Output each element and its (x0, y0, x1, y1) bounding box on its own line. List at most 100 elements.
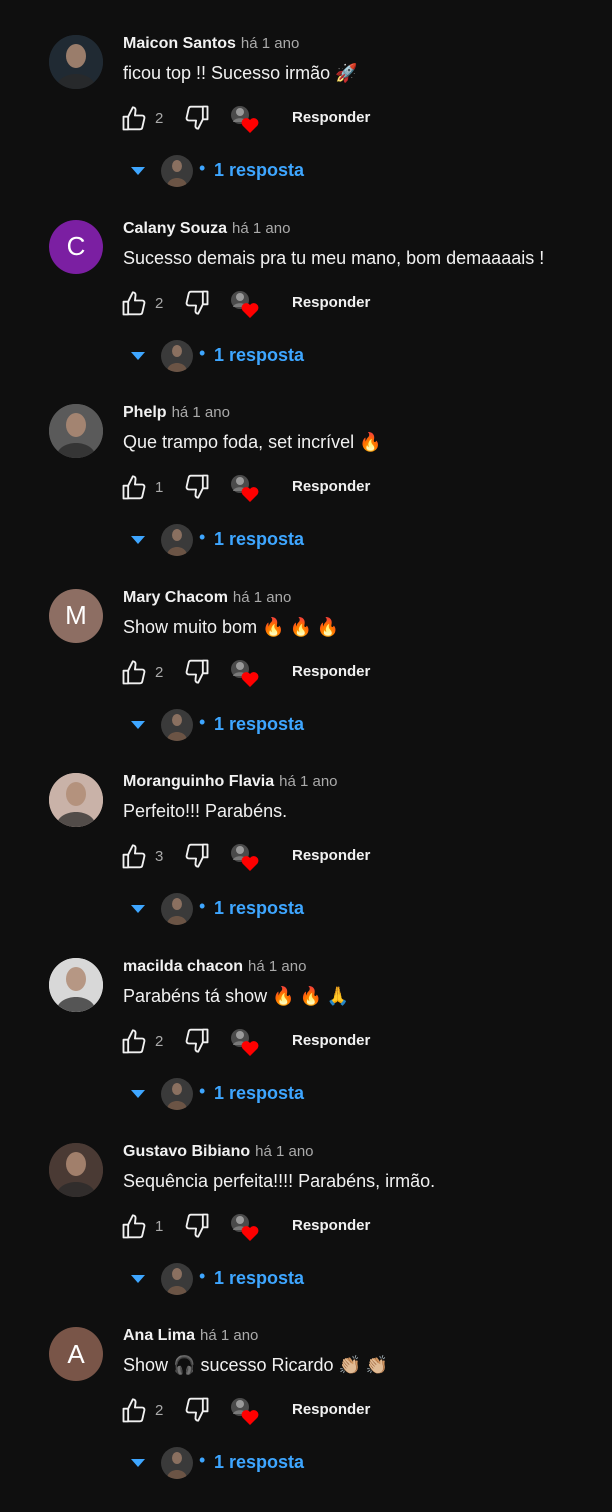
thumbs-down-icon (185, 1213, 209, 1238)
view-replies-toggle[interactable]: • 1 resposta (130, 524, 430, 558)
dislike-button[interactable] (183, 103, 211, 131)
author-name[interactable]: Maicon Santos (123, 35, 236, 52)
author-name[interactable]: Ana Lima (123, 1327, 195, 1344)
caret-down-icon (131, 536, 145, 545)
separator-dot: • (199, 158, 206, 178)
like-button[interactable] (120, 1028, 148, 1056)
author-avatar[interactable] (49, 1142, 103, 1197)
thumbs-down-icon (185, 1028, 209, 1053)
heart-icon (231, 1213, 259, 1241)
reply-button[interactable]: Responder (292, 1217, 370, 1234)
dislike-button[interactable] (183, 1026, 211, 1054)
view-replies-toggle[interactable]: • 1 resposta (130, 1447, 430, 1481)
like-button[interactable] (120, 290, 148, 318)
author-avatar-letter[interactable]: C (49, 219, 103, 274)
reply-button[interactable]: Responder (292, 1032, 370, 1049)
view-replies-toggle[interactable]: • 1 resposta (130, 155, 430, 189)
author-avatar[interactable] (49, 404, 103, 459)
dislike-button[interactable] (183, 1211, 211, 1239)
dislike-button[interactable] (183, 288, 211, 316)
comment-thread: M Mary Chacom há 1 ano Show muito bom 🔥 🔥… (0, 588, 612, 774)
creator-heart-badge (230, 474, 262, 504)
comment-timestamp[interactable]: há 1 ano (241, 35, 299, 52)
author-name[interactable]: Gustavo Bibiano (123, 1143, 250, 1160)
creator-heart-badge (230, 1028, 262, 1058)
replies-count-label: 1 resposta (214, 1267, 305, 1288)
thumbs-up-icon (122, 660, 146, 685)
view-replies-toggle[interactable]: • 1 resposta (130, 339, 430, 374)
separator-dot: • (199, 711, 206, 732)
replies-count-label: 1 resposta (214, 1083, 305, 1103)
caret-down-icon (131, 351, 145, 360)
author-avatar-letter[interactable]: A (49, 1327, 103, 1382)
thumbs-up-icon (122, 1029, 146, 1054)
view-replies-toggle[interactable]: • 1 resposta (130, 708, 430, 743)
replies-count-label: 1 resposta (214, 344, 305, 365)
dislike-button[interactable] (183, 472, 211, 500)
author-name[interactable]: Mary Chacom (123, 589, 228, 606)
author-avatar[interactable] (49, 35, 103, 89)
heart-icon (231, 659, 259, 687)
like-button[interactable] (120, 843, 148, 871)
author-name[interactable]: Phelp (123, 404, 167, 421)
comment-actions: 1 Responder (120, 474, 520, 504)
comment-thread: macilda chacon há 1 ano Parabéns tá show … (0, 958, 612, 1143)
creator-heart-badge (230, 105, 262, 135)
comment-timestamp[interactable]: há 1 ano (200, 1327, 258, 1344)
caret-down-icon (131, 720, 145, 729)
like-button[interactable] (120, 659, 148, 687)
author-name[interactable]: Moranguinho Flavia (123, 773, 274, 790)
heart-icon (231, 1398, 259, 1426)
like-button[interactable] (120, 105, 148, 133)
like-button[interactable] (120, 1213, 148, 1241)
reply-button[interactable]: Responder (292, 294, 370, 311)
thumbs-up-icon (122, 1398, 146, 1423)
person-photo-icon (161, 1078, 193, 1110)
author-avatar-letter[interactable]: M (49, 588, 103, 643)
comment-timestamp[interactable]: há 1 ano (279, 773, 337, 790)
comment-text: Sequência perfeita!!!! Parabéns, irmão. (123, 1170, 436, 1191)
dislike-button[interactable] (183, 841, 211, 869)
view-replies-toggle[interactable]: • 1 resposta (130, 1262, 430, 1297)
thumbs-up-icon (122, 475, 146, 500)
thumbs-up-icon (122, 1213, 146, 1239)
heart-icon (231, 1029, 259, 1056)
reply-button[interactable]: Responder (292, 1401, 370, 1418)
creator-heart-badge (230, 659, 262, 689)
thumbs-down-icon (185, 843, 209, 868)
person-photo-icon (49, 958, 103, 1012)
creator-heart-badge (230, 1397, 262, 1427)
caret-down-icon (131, 905, 145, 914)
like-button[interactable] (120, 1397, 148, 1425)
view-replies-toggle[interactable]: • 1 resposta (130, 1078, 430, 1112)
creator-heart-badge (230, 1213, 262, 1243)
reply-button[interactable]: Responder (292, 663, 370, 680)
comment-timestamp[interactable]: há 1 ano (232, 220, 290, 237)
reply-button[interactable]: Responder (292, 478, 370, 495)
reply-author-avatar (161, 893, 193, 926)
comment-timestamp[interactable]: há 1 ano (255, 1143, 313, 1160)
heart-icon (231, 475, 259, 503)
comment-actions: 2 Responder (120, 659, 520, 689)
separator-dot: • (199, 1450, 206, 1471)
comment-text: Sucesso demais pra tu meu mano, bom dema… (123, 247, 545, 268)
like-count: 2 (155, 663, 164, 681)
author-name[interactable]: Calany Souza (123, 220, 227, 237)
view-replies-toggle[interactable]: • 1 resposta (130, 893, 430, 927)
dislike-button[interactable] (183, 657, 211, 685)
author-name[interactable]: macilda chacon (123, 958, 243, 975)
reply-button[interactable]: Responder (292, 847, 370, 864)
comment-actions: 2 Responder (120, 1397, 520, 1427)
creator-heart-badge (230, 843, 262, 873)
comment-timestamp[interactable]: há 1 ano (172, 404, 230, 421)
author-avatar[interactable] (49, 773, 103, 828)
comment-timestamp[interactable]: há 1 ano (248, 958, 306, 975)
dislike-button[interactable] (183, 1395, 211, 1423)
person-photo-icon (49, 1142, 103, 1197)
like-button[interactable] (120, 474, 148, 502)
author-avatar[interactable] (49, 958, 103, 1012)
comment-timestamp[interactable]: há 1 ano (233, 589, 291, 606)
comment-thread: Phelp há 1 ano Que trampo foda, set incrí… (0, 404, 612, 589)
reply-button[interactable]: Responder (292, 109, 370, 126)
heart-icon (231, 290, 259, 318)
